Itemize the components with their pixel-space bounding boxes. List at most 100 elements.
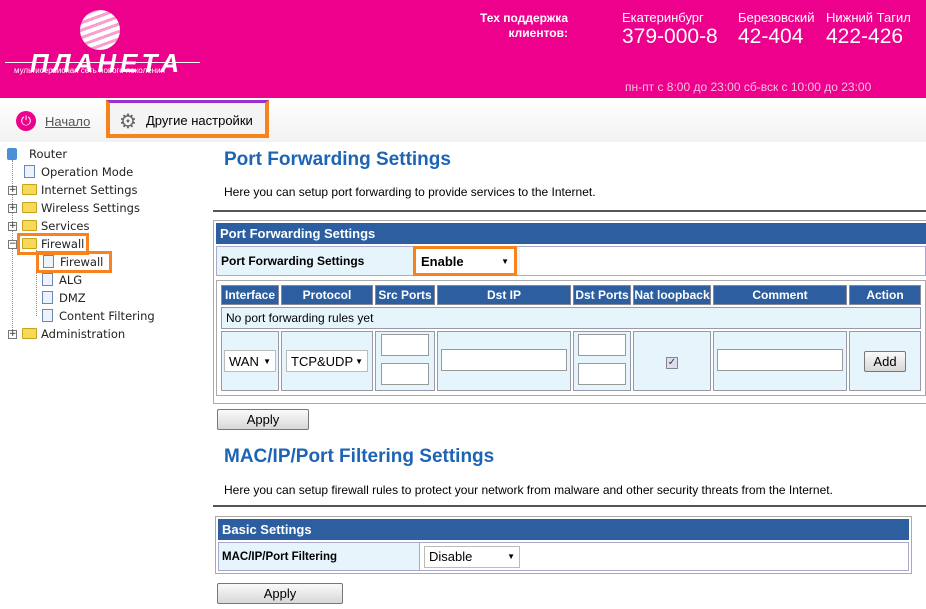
folder-icon <box>22 220 37 231</box>
sidebar-item-administration[interactable]: Administration <box>22 327 125 341</box>
contact-ber: Березовский 42-404 <box>738 10 814 49</box>
sidebar-item-operation-mode[interactable]: Operation Mode <box>24 165 133 179</box>
nat-loopback-checkbox[interactable]: ✓ <box>666 356 678 369</box>
header-banner: ПЛАНЕТА мультисервисная сеть нового поко… <box>0 0 926 98</box>
section-header: Basic Settings <box>218 519 909 540</box>
interface-select[interactable]: WAN ▼ <box>224 350 276 372</box>
gear-icon: ⚙ <box>119 111 137 133</box>
nat-loopback-cell: ✓ <box>633 331 711 391</box>
col-nat-loopback: Nat loopback <box>633 285 711 305</box>
port-forwarding-setting-row: Port Forwarding Settings Enable ▼ <box>216 246 926 276</box>
dst-ports-cell <box>573 331 631 391</box>
src-port-start-input[interactable] <box>381 334 429 356</box>
sidebar-item-router[interactable]: Router <box>7 147 67 161</box>
dst-port-start-input[interactable] <box>578 334 626 356</box>
sidebar-item-internet-settings[interactable]: Internet Settings <box>22 183 138 197</box>
home-link[interactable]: Начало <box>45 114 90 129</box>
expand-icon[interactable]: + <box>8 222 17 231</box>
contact-ekb: Екатеринбург 379-000-8 <box>622 10 718 49</box>
src-port-end-input[interactable] <box>381 363 429 385</box>
add-button[interactable]: Add <box>864 350 906 372</box>
rules-table-wrap: Interface Protocol Src Ports Dst IP Dst … <box>216 280 926 396</box>
apply-port-forwarding-button[interactable]: Apply <box>217 409 309 430</box>
port-forwarding-select[interactable]: Enable ▼ <box>417 250 513 272</box>
sidebar-item-content-filtering[interactable]: Content Filtering <box>42 309 155 323</box>
comment-input[interactable] <box>717 348 843 371</box>
col-action: Action <box>849 285 921 305</box>
value: Enable <box>421 253 464 269</box>
section-description: Here you can setup firewall rules to pro… <box>224 483 833 497</box>
value: WAN <box>229 353 259 369</box>
sidebar-item-firewall[interactable]: Firewall <box>36 251 113 273</box>
col-dst-ports: Dst Ports <box>573 285 631 305</box>
sidebar-item-dmz[interactable]: DMZ <box>42 291 86 305</box>
dst-ip-cell <box>437 331 571 391</box>
tab-label: Другие настройки <box>146 113 253 128</box>
col-protocol: Protocol <box>281 285 373 305</box>
port-forwarding-panel: Port Forwarding Settings Port Forwarding… <box>213 220 926 404</box>
apply-mac-filter-button[interactable]: Apply <box>217 583 343 604</box>
col-src-ports: Src Ports <box>375 285 435 305</box>
col-interface: Interface <box>221 285 279 305</box>
label: Router <box>29 147 68 161</box>
mac-filter-select[interactable]: Disable ▼ <box>424 545 520 568</box>
src-ports-cell <box>375 331 435 391</box>
setting-label: Port Forwarding Settings <box>221 254 365 268</box>
city: Екатеринбург <box>622 10 704 25</box>
label: Internet Settings <box>41 183 138 197</box>
sidebar-item-wireless-settings[interactable]: Wireless Settings <box>22 201 140 215</box>
phone: 422-426 <box>826 25 904 48</box>
city: Березовский <box>738 10 815 25</box>
power-icon[interactable]: ⏻ <box>16 111 36 131</box>
setting-label: MAC/IP/Port Filtering <box>222 550 337 563</box>
collapse-icon[interactable]: − <box>8 240 17 249</box>
folder-icon <box>22 328 37 339</box>
tab-other-settings[interactable]: ⚙ Другие настройки <box>106 100 269 138</box>
folder-icon <box>22 184 37 195</box>
chevron-down-icon: ▼ <box>501 256 509 266</box>
expand-icon[interactable]: + <box>8 204 17 213</box>
contact-nt: Нижний Тагил 422-426 <box>826 10 911 49</box>
page-icon <box>42 309 53 322</box>
expand-icon[interactable]: + <box>8 186 17 195</box>
folder-icon <box>22 202 37 213</box>
logo-tagline: мультисервисная сеть нового поколения <box>14 66 165 75</box>
label: Firewall <box>60 255 104 269</box>
chevron-down-icon: ▼ <box>263 356 271 366</box>
protocol-select[interactable]: TCP&UDP ▼ <box>286 350 368 372</box>
highlight: Enable ▼ <box>413 246 517 276</box>
sidebar-item-services[interactable]: Services <box>22 219 90 233</box>
label: DMZ <box>59 291 86 305</box>
sidebar-item-alg[interactable]: ALG <box>42 273 82 287</box>
interface-cell: WAN ▼ <box>221 331 279 391</box>
folder-open-icon <box>22 238 37 249</box>
action-cell: Add <box>849 331 921 391</box>
label: Operation Mode <box>41 165 134 179</box>
col-dst-ip: Dst IP <box>437 285 571 305</box>
dst-port-end-input[interactable] <box>578 363 626 385</box>
chevron-down-icon: ▼ <box>355 356 363 366</box>
label: Services <box>41 219 90 233</box>
dst-ip-input[interactable] <box>441 348 567 371</box>
protocol-cell: TCP&UDP ▼ <box>281 331 373 391</box>
mac-filter-setting-row: MAC/IP/Port Filtering Disable ▼ <box>218 542 909 571</box>
section-header: Port Forwarding Settings <box>216 223 926 244</box>
support-hours: пн-пт с 8:00 до 23:00 сб-вск с 10:00 до … <box>625 80 872 94</box>
expand-icon[interactable]: + <box>8 330 17 339</box>
logo-globe-icon <box>80 10 120 50</box>
label: Content Filtering <box>59 309 155 323</box>
basic-settings-panel: Basic Settings MAC/IP/Port Filtering Dis… <box>215 516 912 574</box>
label: ALG <box>59 273 83 287</box>
page-icon <box>42 291 53 304</box>
empty-message: No port forwarding rules yet <box>221 307 921 329</box>
phone: 379-000-8 <box>622 25 718 48</box>
page-icon <box>43 255 54 268</box>
divider <box>213 505 926 507</box>
rules-table: Interface Protocol Src Ports Dst IP Dst … <box>219 283 923 393</box>
label: Firewall <box>41 237 85 251</box>
col-comment: Comment <box>713 285 847 305</box>
label: Wireless Settings <box>41 201 140 215</box>
label: Administration <box>41 327 126 341</box>
section-title: MAC/IP/Port Filtering Settings <box>224 446 495 467</box>
page-title: Port Forwarding Settings <box>224 149 451 170</box>
